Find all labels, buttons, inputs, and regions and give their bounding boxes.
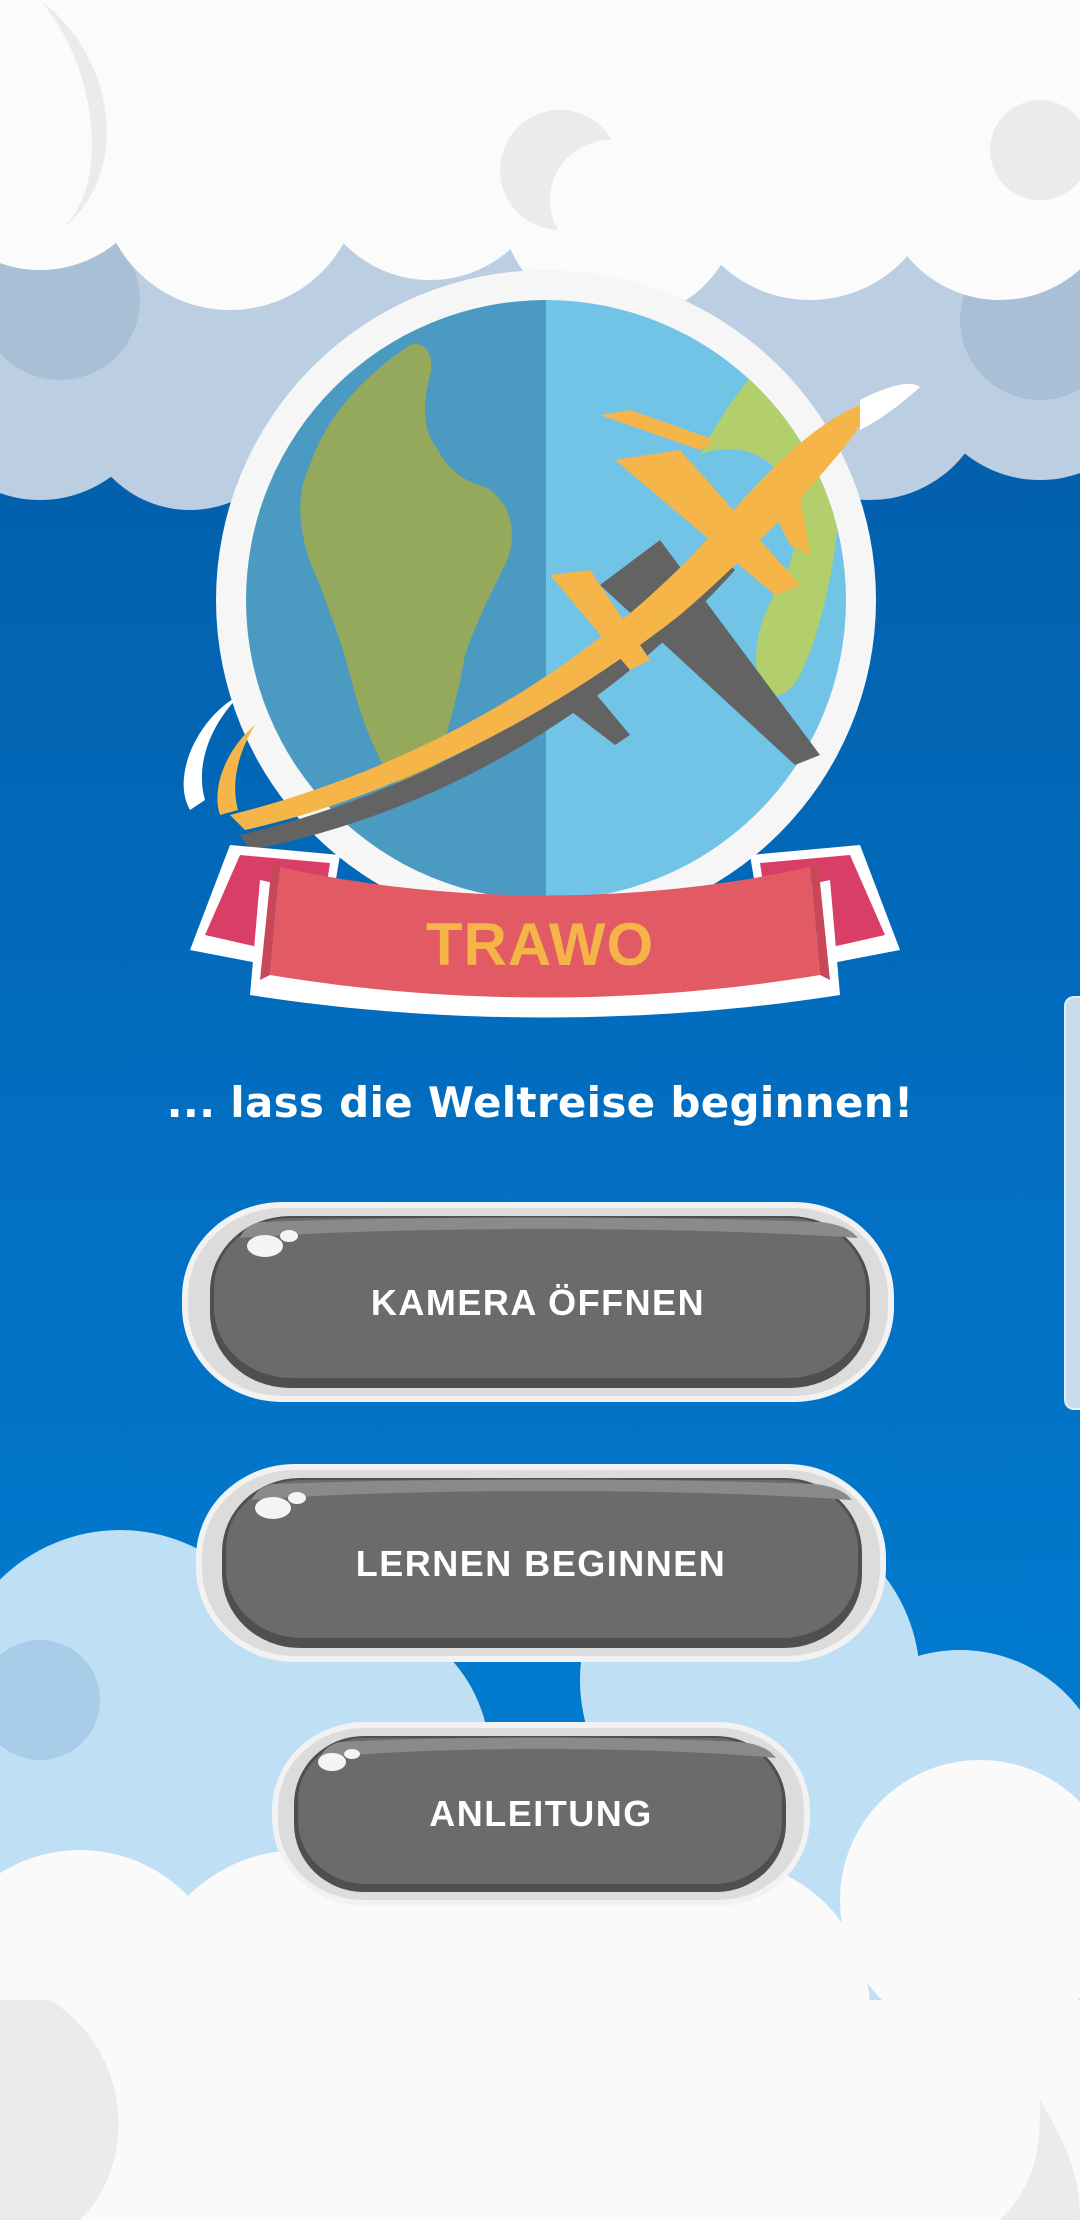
home-screen: TRAWO ... lass die Weltreise beginnen! K… (0, 0, 1080, 2220)
start-learning-label: LERNEN BEGINNEN (355, 1543, 727, 1584)
open-camera-label: KAMERA ÖFFNEN (370, 1282, 706, 1323)
edge-panel-handle[interactable] (1064, 996, 1080, 1410)
instructions-button[interactable]: ANLEITUNG (270, 1718, 812, 1910)
logo-text: TRAWO (425, 911, 655, 978)
tagline: ... lass die Weltreise beginnen! (166, 1078, 914, 1127)
instructions-label: ANLEITUNG (429, 1793, 653, 1834)
open-camera-button[interactable]: KAMERA ÖFFNEN (180, 1198, 896, 1408)
start-learning-button[interactable]: LERNEN BEGINNEN (194, 1460, 888, 1668)
